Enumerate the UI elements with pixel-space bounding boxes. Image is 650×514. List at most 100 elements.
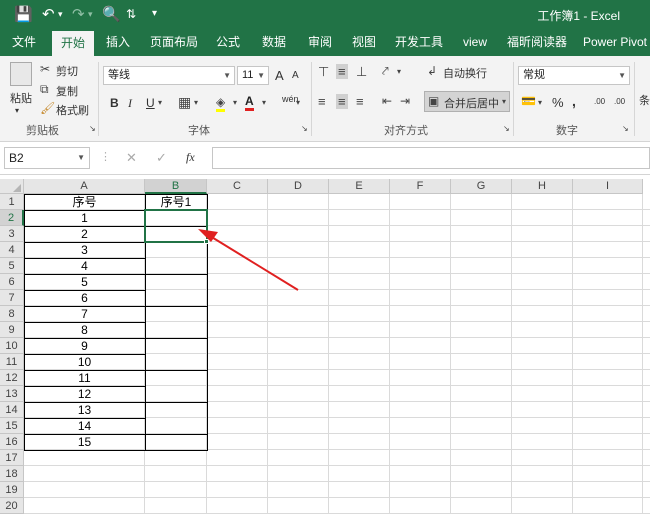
cell-a10[interactable]: 9 [24, 338, 145, 354]
header-cell-a1[interactable]: 序号 [24, 194, 145, 210]
decrease-decimal-button[interactable]: .00 [614, 97, 625, 106]
cut-button[interactable]: 剪切 [56, 63, 78, 79]
insert-function-button[interactable]: fx [186, 150, 195, 165]
row-header-2[interactable]: 2 [0, 210, 24, 226]
row-header-8[interactable]: 8 [0, 306, 24, 322]
font-size-select[interactable]: 11 ▼ [237, 66, 269, 85]
cell-a2[interactable]: 1 [24, 210, 145, 226]
chevron-down-icon[interactable]: ▾ [397, 67, 401, 76]
column-header-f[interactable]: F [390, 179, 451, 194]
column-header-b[interactable]: B [145, 179, 207, 194]
header-cell-b1[interactable]: 序号1 [145, 194, 207, 210]
cell-a16[interactable]: 15 [24, 434, 145, 450]
cut-icon[interactable]: ✂ [40, 62, 50, 76]
underline-button[interactable]: U [146, 96, 155, 110]
tab-view-addin[interactable]: view [456, 28, 494, 56]
align-left-icon[interactable]: ≡ [318, 94, 326, 109]
row-header-6[interactable]: 6 [0, 274, 24, 290]
italic-button[interactable]: I [128, 96, 132, 111]
column-header-a[interactable]: A [24, 179, 145, 194]
merge-center-button[interactable]: ▣ 合并后居中 ▾ [424, 91, 510, 112]
decrease-indent-icon[interactable]: ⇤ [382, 94, 392, 108]
align-center-icon[interactable]: ≡ [336, 94, 348, 109]
tab-power-pivot[interactable]: Power Pivot [580, 28, 650, 56]
font-name-select[interactable]: 等线 ▼ [103, 66, 235, 85]
column-header-e[interactable]: E [329, 179, 390, 194]
column-header-c[interactable]: C [207, 179, 268, 194]
align-bottom-icon[interactable]: ⊥ [356, 64, 367, 80]
cell-a7[interactable]: 6 [24, 290, 145, 306]
selected-cell-b2[interactable] [144, 209, 208, 243]
align-middle-icon[interactable]: ≡ [336, 64, 348, 79]
percent-button[interactable]: % [552, 95, 564, 110]
copy-icon[interactable]: ⧉ [40, 82, 49, 97]
cancel-button[interactable]: ✕ [126, 150, 137, 166]
paste-button[interactable]: 粘贴 [10, 90, 32, 106]
sort-icon[interactable]: ⇅ [126, 7, 136, 21]
cell-a11[interactable]: 10 [24, 354, 145, 370]
chevron-down-icon[interactable]: ▾ [538, 98, 542, 107]
comma-button[interactable]: , [572, 93, 576, 109]
chevron-down-icon[interactable]: ▾ [262, 98, 266, 107]
undo-dropdown-icon[interactable]: ▾ [58, 9, 63, 20]
cell-a9[interactable]: 8 [24, 322, 145, 338]
tab-formulas[interactable]: 公式 [210, 28, 246, 56]
row-header-9[interactable]: 9 [0, 322, 24, 338]
clipboard-launcher-icon[interactable]: ↘ [89, 124, 96, 133]
cell-a13[interactable]: 12 [24, 386, 145, 402]
wrap-text-button[interactable]: 自动换行 [443, 65, 487, 81]
fill-color-icon[interactable]: ◈ [216, 95, 226, 112]
paste-dropdown-icon[interactable]: ▾ [15, 106, 19, 115]
align-right-icon[interactable]: ≡ [356, 94, 364, 109]
row-header-11[interactable]: 11 [0, 354, 24, 370]
paste-icon[interactable] [10, 62, 32, 86]
chevron-down-icon[interactable]: ▾ [296, 98, 300, 107]
row-header-19[interactable]: 19 [0, 482, 24, 498]
cell-a6[interactable]: 5 [24, 274, 145, 290]
increase-indent-icon[interactable]: ⇥ [400, 94, 410, 108]
tab-review[interactable]: 审阅 [300, 28, 340, 56]
tab-developer[interactable]: 开发工具 [390, 28, 448, 56]
increase-decimal-button[interactable]: .00 [594, 97, 605, 106]
column-header-g[interactable]: G [451, 179, 512, 194]
increase-font-size-button[interactable]: A [275, 68, 284, 83]
format-painter-button[interactable]: 格式刷 [56, 102, 89, 118]
tab-file[interactable]: 文件 [4, 28, 44, 56]
cell-a15[interactable]: 14 [24, 418, 145, 434]
redo-icon[interactable]: ↷ [72, 5, 85, 23]
cell-a12[interactable]: 11 [24, 370, 145, 386]
copy-button[interactable]: 复制 [56, 83, 78, 99]
row-header-18[interactable]: 18 [0, 466, 24, 482]
tab-foxit-reader[interactable]: 福昕阅读器 [502, 28, 572, 56]
formula-input[interactable] [212, 147, 650, 169]
row-header-5[interactable]: 5 [0, 258, 24, 274]
row-header-10[interactable]: 10 [0, 338, 24, 354]
row-header-15[interactable]: 15 [0, 418, 24, 434]
alignment-launcher-icon[interactable]: ↘ [503, 124, 510, 133]
fill-handle[interactable] [204, 239, 209, 244]
row-header-1[interactable]: 1 [0, 194, 24, 210]
row-header-7[interactable]: 7 [0, 290, 24, 306]
tab-view[interactable]: 视图 [344, 28, 384, 56]
font-launcher-icon[interactable]: ↘ [301, 124, 308, 133]
row-header-13[interactable]: 13 [0, 386, 24, 402]
cell-a5[interactable]: 4 [24, 258, 145, 274]
row-header-4[interactable]: 4 [0, 242, 24, 258]
conditional-format-button[interactable]: 条 [639, 92, 650, 108]
enter-button[interactable]: ✓ [156, 150, 167, 166]
bold-button[interactable]: B [110, 96, 119, 110]
row-header-12[interactable]: 12 [0, 370, 24, 386]
number-launcher-icon[interactable]: ↘ [622, 124, 629, 133]
row-header-17[interactable]: 17 [0, 450, 24, 466]
column-header-h[interactable]: H [512, 179, 573, 194]
print-preview-icon[interactable]: 🔍 [102, 5, 121, 23]
select-all-button[interactable] [0, 179, 24, 194]
number-format-select[interactable]: 常规 ▼ [518, 66, 630, 85]
redo-dropdown-icon[interactable]: ▾ [88, 9, 93, 20]
cell-a3[interactable]: 2 [24, 226, 145, 242]
currency-icon[interactable]: 💳 [521, 94, 536, 108]
format-painter-icon[interactable]: 🖌 [40, 101, 55, 115]
decrease-font-size-button[interactable]: A [292, 70, 299, 81]
tab-data[interactable]: 数据 [254, 28, 294, 56]
cell-a14[interactable]: 13 [24, 402, 145, 418]
